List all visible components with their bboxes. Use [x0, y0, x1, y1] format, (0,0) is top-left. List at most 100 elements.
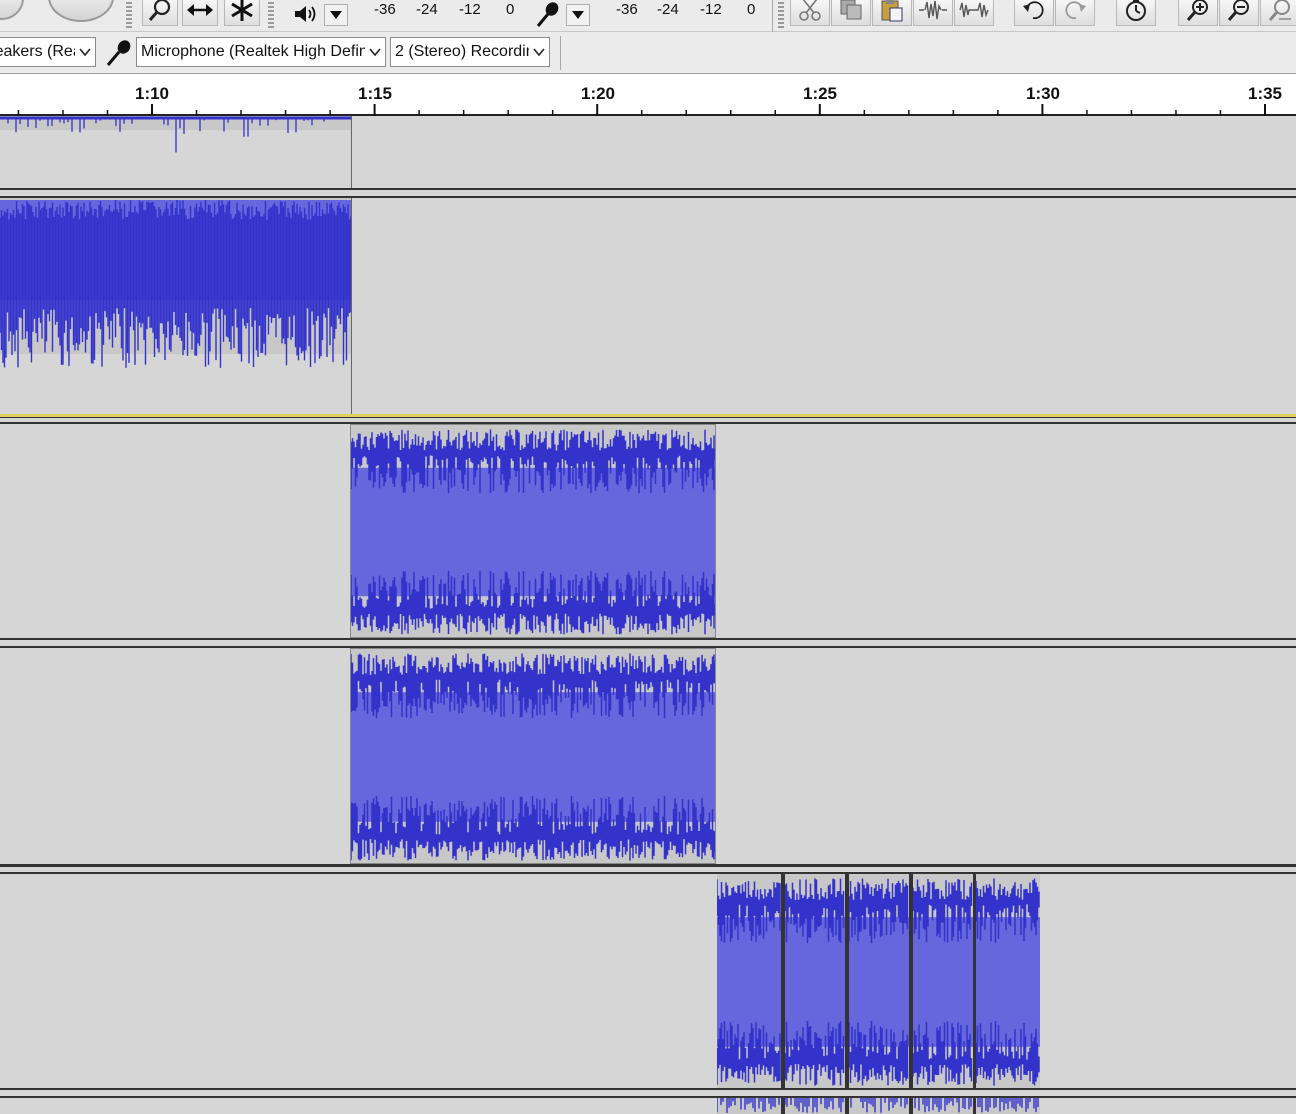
- waveform: [717, 1098, 780, 1113]
- audio-track[interactable]: [0, 874, 1296, 1090]
- cut-icon: [799, 0, 821, 21]
- track-separator: [0, 188, 1296, 198]
- playback-meter-dropdown[interactable]: [324, 4, 348, 26]
- timeshift-tool-button[interactable]: [182, 0, 218, 26]
- trim-icon: [919, 0, 947, 20]
- toolbar-grip[interactable]: [126, 2, 132, 30]
- record-meter-tick: -36: [616, 1, 638, 18]
- transport-button-partial[interactable]: [0, 0, 24, 20]
- zoom-tool-icon: [148, 0, 171, 21]
- undo-button[interactable]: [1014, 0, 1054, 26]
- waveform: [849, 878, 909, 1086]
- multi-tool-button[interactable]: [224, 0, 260, 26]
- ruler-label: 1:15: [357, 84, 393, 103]
- channel-separator: [0, 638, 1296, 648]
- zoom-in-button[interactable]: [1178, 0, 1218, 26]
- audio-clip[interactable]: [0, 198, 352, 414]
- record-meter-dropdown[interactable]: [566, 4, 590, 26]
- waveform: [0, 116, 352, 153]
- audio-clip[interactable]: [976, 1098, 1040, 1114]
- fit-project-button[interactable]: [1260, 0, 1296, 26]
- chevron-down-icon: [529, 38, 549, 66]
- waveform: [977, 1098, 1039, 1113]
- redo-button[interactable]: [1055, 0, 1095, 26]
- recording-channels-select[interactable]: 2 (Stereo) Recording Channels: [390, 37, 550, 67]
- playback-meter-tick: -12: [459, 1, 481, 18]
- device-toolbar: Speakers (Realtek High Definition Audio)…: [0, 32, 1296, 74]
- audio-track-left-channel[interactable]: [0, 424, 1296, 638]
- chevron-down-icon: [365, 38, 385, 66]
- sync-lock-button[interactable]: [1116, 0, 1156, 26]
- sync-lock-icon: [1126, 0, 1146, 21]
- chevron-down-icon: [75, 38, 95, 66]
- waveform: [785, 878, 845, 1086]
- audio-clip[interactable]: [350, 424, 716, 638]
- audio-clip[interactable]: [849, 874, 909, 1090]
- toolbar-grip[interactable]: [268, 2, 274, 30]
- toolbar-grip[interactable]: [778, 2, 784, 30]
- audio-clip[interactable]: [913, 1098, 973, 1114]
- toolbar-separator: [560, 36, 561, 70]
- ruler-label: 1:30: [1025, 84, 1061, 103]
- audio-track[interactable]: [0, 116, 1296, 188]
- microphone-icon: [104, 38, 134, 73]
- ruler-label: 1:20: [580, 84, 616, 103]
- zoom-tool-button[interactable]: [142, 0, 178, 26]
- audio-clip[interactable]: [913, 874, 973, 1090]
- waveform: [914, 1098, 972, 1113]
- timeline-ruler[interactable]: 1:10 1:15 1:20 1:25 1:30 1:35: [0, 74, 1296, 116]
- audio-clip[interactable]: [785, 1098, 845, 1114]
- transport-button-partial[interactable]: [48, 0, 114, 22]
- channel-separator: [0, 1088, 1296, 1098]
- audio-clip[interactable]: [0, 116, 352, 188]
- playback-meter-tick: -24: [416, 1, 438, 18]
- silence-icon: [959, 2, 989, 18]
- recording-device-value: Microphone (Realtek High Definition Audi…: [141, 43, 385, 60]
- redo-icon: [1065, 1, 1086, 20]
- paste-button[interactable]: [872, 0, 912, 26]
- audio-clip[interactable]: [717, 1098, 781, 1114]
- playback-meter-tick: -36: [374, 1, 396, 18]
- playback-device-select[interactable]: Speakers (Realtek High Definition Audio): [0, 37, 96, 67]
- microphone-icon[interactable]: [534, 0, 562, 33]
- audacity-window: -36 -24 -12 0 -36 -24 -12 0 akers (Rea M…: [0, 0, 1296, 1114]
- multi-tool-icon: [231, 0, 253, 21]
- ruler-label: 1:35: [1247, 84, 1283, 103]
- audio-track[interactable]: [0, 198, 1296, 414]
- ruler-ticks: [17, 104, 1266, 116]
- ruler-label: 1:10: [134, 84, 170, 103]
- trim-audio-button[interactable]: [913, 0, 953, 26]
- record-meter-tick: -12: [700, 1, 722, 18]
- toolbar-separator: [772, 0, 773, 32]
- paste-icon: [881, 0, 903, 22]
- audio-clip[interactable]: [785, 874, 845, 1090]
- audio-clip[interactable]: [976, 874, 1040, 1090]
- audio-clip[interactable]: [717, 874, 781, 1090]
- zoom-out-button[interactable]: [1219, 0, 1259, 26]
- record-meter-tick: 0: [747, 1, 756, 18]
- ruler-label: 1:25: [802, 84, 838, 103]
- audio-track-right-channel[interactable]: [0, 1098, 1296, 1114]
- clip-boundary: [351, 198, 352, 414]
- playback-meter-tick: 0: [506, 1, 515, 18]
- audio-clip[interactable]: [849, 1098, 909, 1114]
- waveform: [913, 878, 973, 1086]
- copy-icon: [840, 0, 862, 20]
- audio-clip[interactable]: [350, 648, 716, 864]
- zoom-out-icon: [1227, 0, 1249, 21]
- top-toolbar: -36 -24 -12 0 -36 -24 -12 0: [0, 0, 1296, 32]
- chevron-down-icon: [572, 11, 584, 19]
- timeshift-tool-icon: [187, 4, 213, 16]
- waveform: [351, 429, 715, 635]
- recording-device-select[interactable]: Microphone (Realtek High Definition Audi…: [136, 37, 386, 67]
- copy-button[interactable]: [831, 0, 871, 26]
- speaker-icon[interactable]: [292, 2, 318, 31]
- fit-project-icon: [1268, 0, 1291, 21]
- recording-channels-value: 2 (Stereo) Recording Channels: [395, 43, 549, 60]
- clip-boundary: [351, 116, 352, 188]
- silence-audio-button[interactable]: [954, 0, 994, 26]
- audio-track-right-channel[interactable]: [0, 648, 1296, 864]
- zoom-in-icon: [1186, 0, 1208, 21]
- cut-button[interactable]: [790, 0, 830, 26]
- waveform: [976, 878, 1040, 1086]
